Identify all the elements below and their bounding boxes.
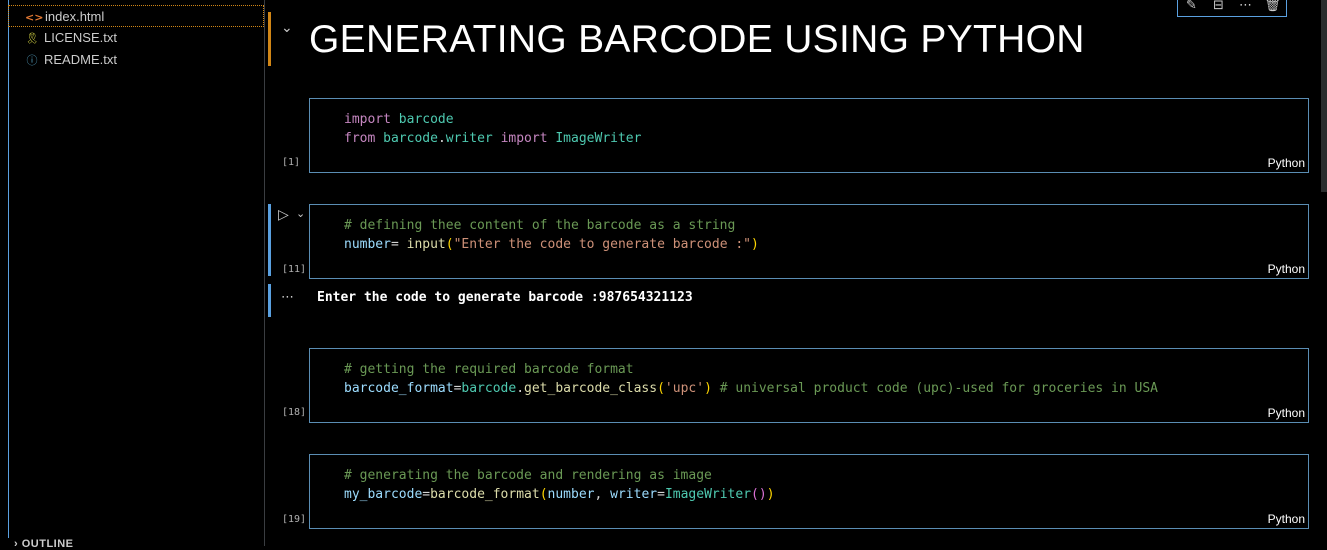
- output-selection-bar: [268, 284, 271, 317]
- execution-count: [18]: [282, 407, 307, 418]
- file-license-txt[interactable]: 🎗 LICENSE.txt: [8, 27, 264, 49]
- file-index-html[interactable]: <> index.html: [8, 5, 264, 27]
- output-more-icon[interactable]: ⋯: [281, 290, 294, 305]
- delete-icon[interactable]: 🗑: [1264, 0, 1282, 14]
- code-editor[interactable]: import barcode from barcode.writer impor…: [344, 110, 641, 148]
- license-file-icon: 🎗: [25, 32, 39, 45]
- code-cell[interactable]: import barcode from barcode.writer impor…: [309, 98, 1309, 173]
- execution-count: [11]: [282, 264, 307, 275]
- explorer-tree: [8, 0, 265, 538]
- execution-count: [1]: [282, 157, 301, 168]
- language-label[interactable]: Python: [1268, 512, 1305, 526]
- markdown-heading: GENERATING BARCODE USING PYTHON: [309, 18, 1085, 61]
- outline-label: OUTLINE: [21, 538, 74, 550]
- file-label: LICENSE.txt: [44, 30, 117, 45]
- cell-toolbar: ✎ ⊟ ⋯ 🗑: [1177, 0, 1287, 17]
- run-cell-icon[interactable]: ▷: [278, 207, 289, 223]
- file-label: index.html: [45, 9, 105, 24]
- scrollbar[interactable]: [1321, 0, 1327, 192]
- edit-pencil-icon[interactable]: ✎: [1183, 0, 1201, 14]
- collapse-chevron-icon[interactable]: ⌄: [281, 20, 293, 36]
- language-label[interactable]: Python: [1268, 406, 1305, 420]
- run-options-chevron-icon[interactable]: ⌄: [296, 207, 305, 220]
- info-file-icon: ⓘ: [26, 54, 38, 67]
- cell-selection-bar: [268, 204, 271, 276]
- code-cell[interactable]: # getting the required barcode format ba…: [309, 348, 1309, 423]
- html-file-icon: <>: [25, 11, 44, 24]
- language-label[interactable]: Python: [1268, 262, 1305, 276]
- more-icon[interactable]: ⋯: [1237, 0, 1255, 14]
- code-editor[interactable]: # generating the barcode and rendering a…: [344, 466, 775, 504]
- language-label[interactable]: Python: [1268, 156, 1305, 170]
- cell-output: Enter the code to generate barcode :9876…: [317, 290, 693, 305]
- outline-section-header[interactable]: › OUTLINE: [14, 538, 74, 550]
- code-cell[interactable]: # generating the barcode and rendering a…: [309, 454, 1309, 529]
- explorer-sidebar: <> index.html 🎗 LICENSE.txt ⓘ README.txt › …: [0, 0, 265, 550]
- split-cell-icon[interactable]: ⊟: [1210, 0, 1228, 14]
- file-readme-txt[interactable]: ⓘ README.txt: [8, 49, 264, 71]
- code-editor[interactable]: # getting the required barcode format ba…: [344, 360, 1158, 398]
- markdown-cell-focus-bar: [268, 12, 271, 66]
- code-editor[interactable]: # defining thee content of the barcode a…: [344, 216, 759, 254]
- code-cell[interactable]: # defining thee content of the barcode a…: [309, 204, 1309, 279]
- execution-count: [19]: [282, 514, 307, 525]
- file-label: README.txt: [44, 52, 117, 67]
